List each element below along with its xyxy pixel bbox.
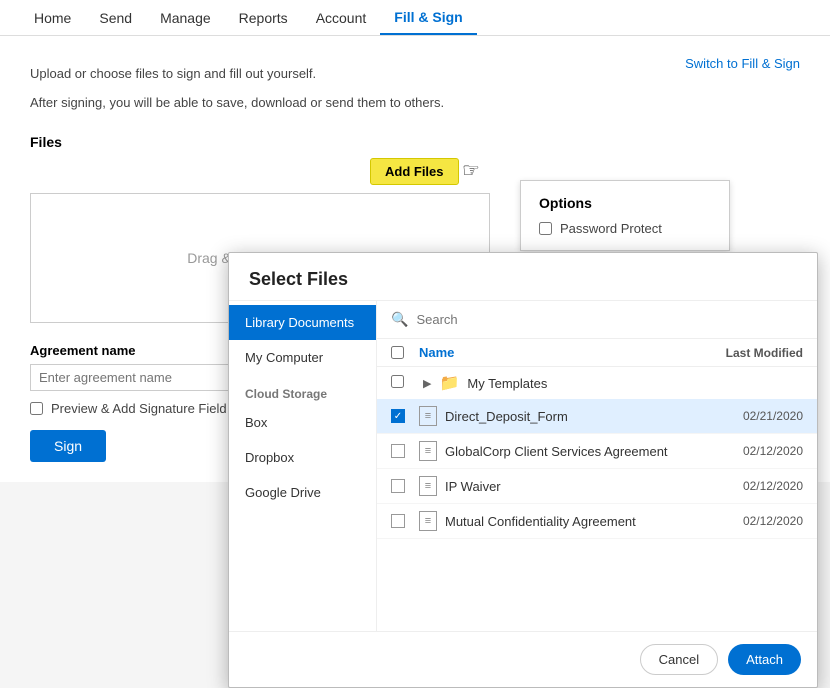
folder-my-templates-row[interactable]: ▶ 📁 My Templates — [377, 367, 817, 399]
file-name: Direct_Deposit_Form — [445, 409, 568, 424]
file-modified-date: 02/12/2020 — [713, 514, 803, 528]
table-row[interactable]: ✓ Direct_Deposit_Form 02/21/2020 — [377, 399, 817, 434]
add-files-button[interactable]: Add Files — [370, 158, 459, 185]
switch-to-fill-sign-link[interactable]: Switch to Fill & Sign — [685, 56, 800, 71]
modal-body: Library Documents My Computer Cloud Stor… — [229, 301, 817, 631]
preview-label: Preview & Add Signature Field — [51, 401, 227, 416]
options-box: Options Password Protect — [520, 180, 730, 251]
nav-reports[interactable]: Reports — [225, 2, 302, 34]
file-rows-container: ✓ Direct_Deposit_Form 02/21/2020 GlobalCorp… — [377, 399, 817, 539]
cloud-storage-label: Cloud Storage — [229, 375, 376, 405]
password-protect-checkbox[interactable] — [539, 222, 552, 235]
table-row[interactable]: Mutual Confidentiality Agreement 02/12/20… — [377, 504, 817, 539]
document-icon — [419, 511, 437, 531]
modal-file-area: 🔍 Name Last Modified ▶ 📁 My Templates — [377, 301, 817, 631]
nav-account[interactable]: Account — [302, 2, 381, 34]
preview-checkbox[interactable] — [30, 402, 43, 415]
sign-button[interactable]: Sign — [30, 430, 106, 462]
table-row[interactable]: GlobalCorp Client Services Agreement 02/1… — [377, 434, 817, 469]
cancel-button[interactable]: Cancel — [640, 644, 718, 675]
select-all-checkbox[interactable] — [391, 346, 404, 359]
attach-button[interactable]: Attach — [728, 644, 801, 675]
document-icon — [419, 406, 437, 426]
sidebar-my-computer[interactable]: My Computer — [229, 340, 376, 375]
navbar: Home Send Manage Reports Account Fill & … — [0, 0, 830, 36]
file-checkbox[interactable]: ✓ — [391, 409, 405, 423]
nav-send[interactable]: Send — [85, 2, 146, 34]
search-input[interactable] — [416, 312, 803, 327]
options-title: Options — [539, 195, 711, 211]
sidebar-dropbox[interactable]: Dropbox — [229, 440, 376, 475]
select-files-modal: Select Files Library Documents My Comput… — [228, 252, 818, 688]
col-modified-header: Last Modified — [713, 346, 803, 360]
search-icon: 🔍 — [391, 311, 408, 328]
table-header: Name Last Modified — [377, 339, 817, 367]
document-icon — [419, 476, 437, 496]
file-checkbox[interactable] — [391, 514, 405, 528]
password-protect-label: Password Protect — [560, 221, 662, 236]
folder-icon: 📁 — [439, 373, 459, 393]
files-label: Files — [30, 134, 800, 150]
file-checkbox[interactable] — [391, 444, 405, 458]
nav-home[interactable]: Home — [20, 2, 85, 34]
modal-title: Select Files — [229, 253, 817, 301]
folder-check-space — [391, 375, 419, 391]
file-name-cell: Direct_Deposit_Form — [419, 406, 713, 426]
nav-fill-sign[interactable]: Fill & Sign — [380, 1, 476, 35]
modal-footer: Cancel Attach — [229, 631, 817, 687]
sidebar-library-documents[interactable]: Library Documents — [229, 305, 376, 340]
file-name-cell: Mutual Confidentiality Agreement — [419, 511, 713, 531]
file-name: IP Waiver — [445, 479, 501, 494]
modal-sidebar: Library Documents My Computer Cloud Stor… — [229, 301, 377, 631]
sidebar-box[interactable]: Box — [229, 405, 376, 440]
document-icon — [419, 441, 437, 461]
nav-manage[interactable]: Manage — [146, 2, 225, 34]
file-name: Mutual Confidentiality Agreement — [445, 514, 636, 529]
file-name: GlobalCorp Client Services Agreement — [445, 444, 668, 459]
file-name-cell: IP Waiver — [419, 476, 713, 496]
file-modified-date: 02/12/2020 — [713, 479, 803, 493]
file-modified-date: 02/12/2020 — [713, 444, 803, 458]
search-bar: 🔍 — [377, 301, 817, 339]
file-name-cell: GlobalCorp Client Services Agreement — [419, 441, 713, 461]
file-checkbox[interactable] — [391, 479, 405, 493]
table-row[interactable]: IP Waiver 02/12/2020 — [377, 469, 817, 504]
sidebar-google-drive[interactable]: Google Drive — [229, 475, 376, 510]
folder-checkbox[interactable] — [391, 375, 404, 388]
folder-name: My Templates — [467, 376, 547, 391]
folder-expand-icon: ▶ — [423, 377, 431, 390]
col-name-header: Name — [419, 345, 713, 360]
agreement-name-input[interactable] — [30, 364, 250, 391]
password-protect-row: Password Protect — [539, 221, 711, 236]
description-line2: After signing, you will be able to save,… — [30, 93, 800, 114]
file-modified-date: 02/21/2020 — [713, 409, 803, 423]
